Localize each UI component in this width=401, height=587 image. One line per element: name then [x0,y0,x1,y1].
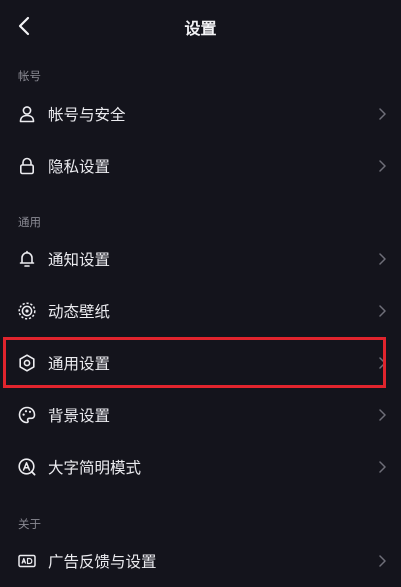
menu-item-ad-feedback[interactable]: 广告反馈与设置 [0,535,401,587]
menu-item-large-font-mode[interactable]: 大字简明模式 [0,441,401,493]
chevron-right-icon [377,304,387,318]
chevron-right-icon [377,554,387,568]
chevron-right-icon [377,107,387,121]
font-size-icon [17,457,37,477]
ad-icon [17,551,37,571]
bell-icon [17,249,37,269]
menu-item-label: 帐号与安全 [48,106,126,124]
menu-item-label: 隐私设置 [48,158,111,176]
page-title: 设置 [184,19,217,38]
top-bar: 设置 [0,0,401,52]
menu-item-live-wallpaper[interactable]: 动态壁纸 [0,285,401,337]
menu-item-label: 动态壁纸 [48,303,111,321]
menu-item-privacy-settings[interactable]: 隐私设置 [0,140,401,192]
menu-item-background-settings[interactable]: 背景设置 [0,389,401,441]
section-title-general: 通用 [18,215,41,229]
gear-icon [17,353,37,373]
section-title-about: 关于 [18,517,41,531]
section-title-account: 帐号 [18,69,41,83]
user-icon [17,104,37,124]
menu-item-label: 背景设置 [48,407,111,425]
menu-item-label: 通知设置 [48,251,111,269]
menu-item-label: 广告反馈与设置 [48,553,157,571]
chevron-right-icon [377,408,387,422]
chevron-right-icon [377,356,387,370]
live-wallpaper-icon [17,301,37,321]
chevron-right-icon [377,252,387,266]
palette-icon [17,405,37,425]
menu-item-label: 大字简明模式 [48,459,142,477]
menu-item-account-security[interactable]: 帐号与安全 [0,88,401,140]
lock-icon [17,156,37,176]
chevron-right-icon [377,460,387,474]
menu-item-label: 通用设置 [48,355,111,373]
chevron-right-icon [377,159,387,173]
menu-item-general-settings[interactable]: 通用设置 [0,337,401,389]
menu-item-notification-settings[interactable]: 通知设置 [0,233,401,285]
